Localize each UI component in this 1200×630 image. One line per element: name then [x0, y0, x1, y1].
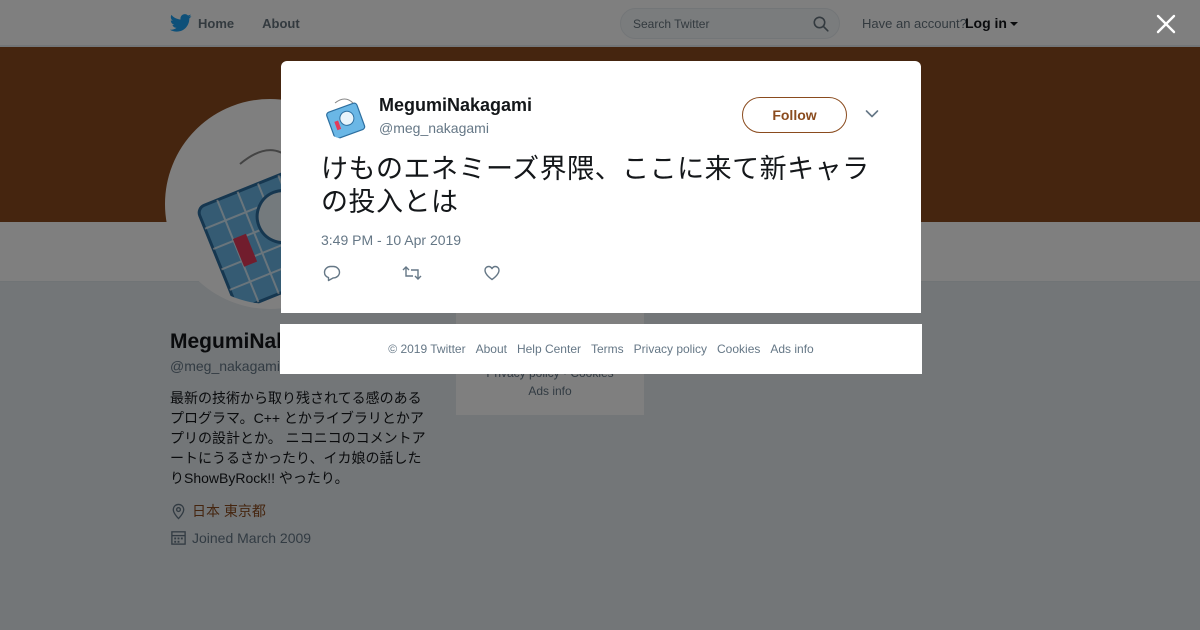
tweet-avatar[interactable]	[321, 91, 369, 139]
tweet-modal: MegumiNakagami @meg_nakagami Follow けものエ…	[281, 61, 921, 313]
chevron-down-icon[interactable]	[865, 109, 879, 119]
modal-footer: © 2019 Twitter About Help Center Terms P…	[280, 324, 922, 374]
tweet-author-name[interactable]: MegumiNakagami	[379, 95, 532, 116]
footer-copyright: © 2019 Twitter	[388, 342, 466, 356]
footer-link-privacy-policy[interactable]: Privacy policy	[634, 342, 707, 356]
footer-link-about[interactable]: About	[476, 342, 507, 356]
heart-icon[interactable]	[483, 264, 501, 282]
avatar-image	[321, 91, 369, 139]
footer-link-cookies[interactable]: Cookies	[717, 342, 760, 356]
tweet-author-handle[interactable]: @meg_nakagami	[379, 120, 489, 136]
follow-button[interactable]: Follow	[742, 97, 847, 133]
close-icon[interactable]	[1155, 13, 1177, 35]
reply-icon[interactable]	[323, 264, 341, 282]
footer-link-ads-info[interactable]: Ads info	[770, 342, 813, 356]
footer-link-terms[interactable]: Terms	[591, 342, 624, 356]
retweet-icon[interactable]	[402, 264, 422, 282]
tweet-text: けものエネミーズ界隈、ここに来て新キャラの投入とは	[321, 154, 870, 218]
footer-link-help-center[interactable]: Help Center	[517, 342, 581, 356]
tweet-timestamp[interactable]: 3:49 PM - 10 Apr 2019	[321, 232, 461, 248]
